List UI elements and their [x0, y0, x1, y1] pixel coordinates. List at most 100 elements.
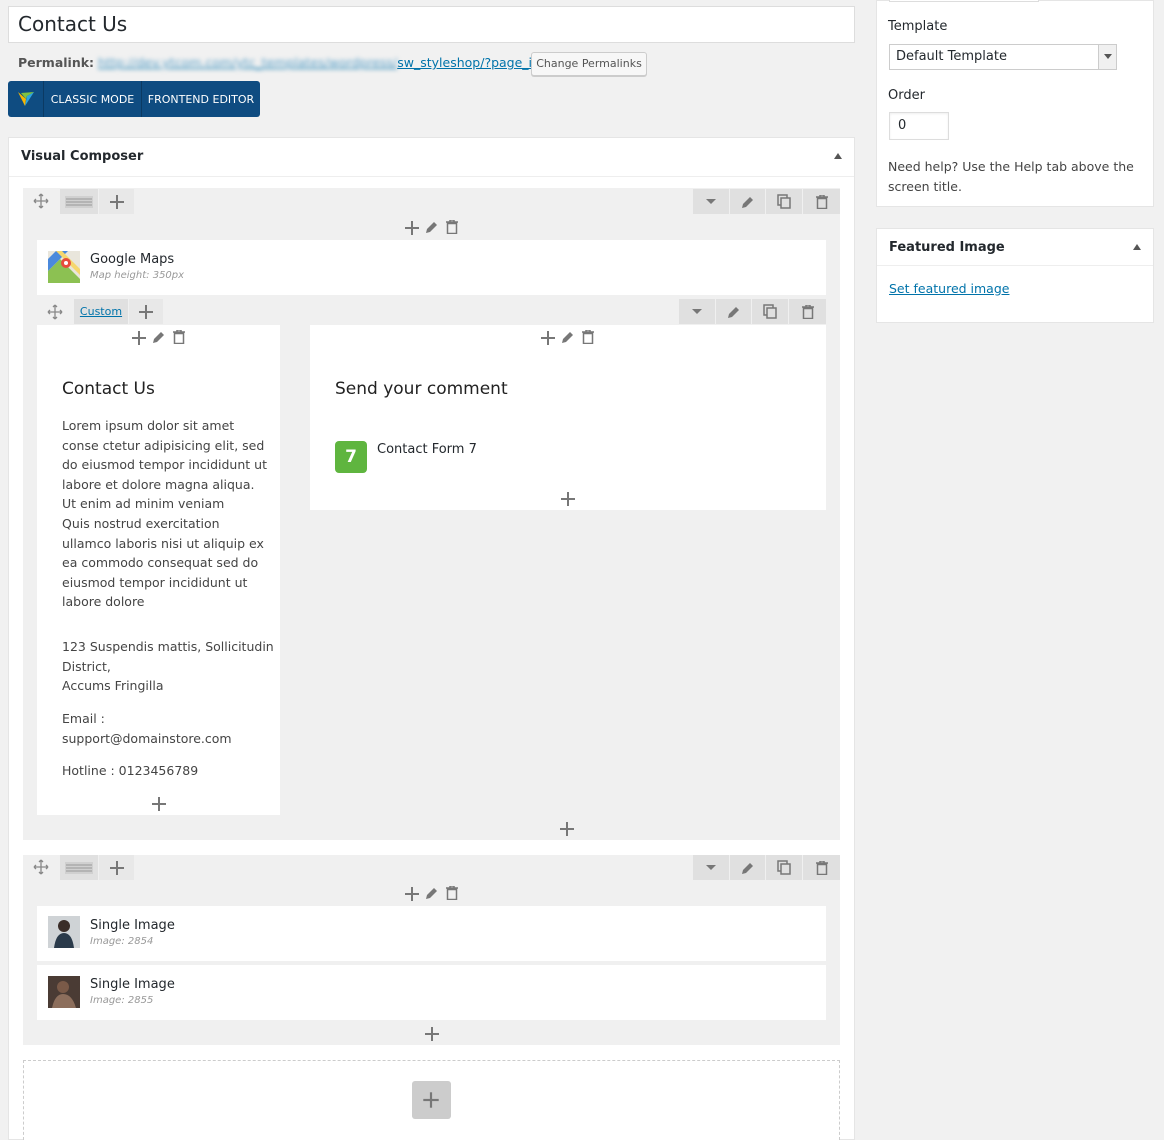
add-column-button[interactable] [99, 189, 134, 214]
clone-icon [777, 860, 791, 875]
inner-row-toggle-button[interactable] [679, 299, 715, 324]
row-delete-button[interactable] [803, 189, 840, 214]
element-title: Single Image [90, 977, 175, 992]
inner-row-delete-button[interactable] [789, 299, 826, 324]
move-icon[interactable] [47, 304, 63, 324]
add-element-plus-icon[interactable] [425, 1027, 439, 1041]
permalink-link[interactable]: http://dev.ytcom.com/ytc_templates/wordp… [98, 55, 582, 70]
trash-icon[interactable] [173, 330, 185, 344]
element-subtitle: Image: 2854 [90, 936, 154, 947]
contact-email: Email : support@domainstore.com [62, 711, 232, 746]
permalink: Permalink: http://dev.ytcom.com/ytc_temp… [18, 55, 582, 73]
move-icon[interactable] [33, 193, 49, 213]
permalink-blurred: http://dev.ytcom.com/ytc_templates/wordp… [98, 55, 398, 70]
clone-icon [763, 304, 777, 319]
collapse-toggle-icon[interactable] [1133, 244, 1141, 250]
chevron-down-icon [706, 198, 716, 204]
google-maps-element[interactable] [37, 240, 826, 295]
contact-address: 123 Suspendis mattis, Sollicitudin Distr… [62, 639, 274, 694]
single-image-element[interactable] [37, 906, 826, 961]
add-element-plus-icon[interactable] [405, 221, 419, 235]
add-row-button[interactable] [412, 1081, 451, 1119]
plus-icon [109, 860, 124, 875]
image-thumbnail-icon [48, 916, 80, 948]
add-element-plus-icon[interactable] [405, 887, 419, 901]
contact-form-7-icon: 7 [335, 441, 367, 473]
contact-heading: Contact Us [62, 379, 155, 399]
parent-select[interactable] [889, 0, 1039, 2]
row-toggle-button[interactable] [693, 855, 729, 880]
plus-icon [139, 304, 153, 319]
trash-icon [815, 860, 828, 875]
contact-hotline: Hotline : 0123456789 [62, 763, 199, 778]
featured-image-title: Featured Image [877, 229, 1153, 266]
contact-form-7-title[interactable]: Contact Form 7 [377, 442, 477, 457]
clone-icon [777, 194, 791, 209]
vc-logo-button[interactable] [8, 81, 44, 117]
pencil-icon[interactable] [561, 330, 575, 344]
row-toggle-button[interactable] [693, 189, 729, 214]
trash-icon[interactable] [446, 886, 458, 900]
add-element-plus-icon[interactable] [152, 797, 166, 811]
row-delete-button[interactable] [803, 855, 840, 880]
classic-mode-button[interactable]: CLASSIC MODE [44, 81, 142, 117]
order-label: Order [888, 88, 925, 103]
move-icon[interactable] [33, 859, 49, 879]
vc-metabox-title: Visual Composer [9, 138, 854, 177]
row-edit-button[interactable] [730, 855, 765, 880]
google-maps-icon [48, 251, 80, 283]
frontend-editor-button[interactable]: FRONTEND EDITOR [142, 81, 260, 117]
trash-icon[interactable] [582, 330, 594, 344]
permalink-label: Permalink: [18, 55, 95, 70]
help-text: Need help? Use the Help tab above the sc… [888, 159, 1134, 194]
template-select[interactable]: Default Template [889, 44, 1117, 70]
pencil-icon [741, 196, 753, 208]
inner-row-edit-button[interactable] [716, 299, 751, 324]
add-element-plus-icon[interactable] [561, 492, 575, 506]
collapse-toggle-icon[interactable] [834, 153, 842, 159]
single-image-element[interactable] [37, 965, 826, 1020]
pencil-icon[interactable] [425, 220, 439, 234]
add-element-plus-icon[interactable] [132, 331, 146, 345]
element-subtitle: Image: 2855 [90, 995, 154, 1006]
template-label: Template [888, 19, 948, 34]
change-permalinks-button[interactable]: Change Permalinks [531, 52, 647, 76]
featured-image-box: Featured Image Set featured image [876, 228, 1154, 323]
row-clone-button[interactable] [766, 189, 802, 214]
set-featured-image-link[interactable]: Set featured image [889, 281, 1009, 296]
image-thumbnail-icon [48, 976, 80, 1008]
plus-icon [423, 1092, 439, 1108]
layout-icon [65, 861, 93, 874]
row-edit-button[interactable] [730, 189, 765, 214]
plus-icon [109, 194, 124, 209]
row-layout-button[interactable] [60, 855, 98, 880]
inner-row-clone-button[interactable] [752, 299, 788, 324]
element-title: Single Image [90, 918, 175, 933]
add-inner-column-button[interactable] [129, 299, 163, 324]
element-title: Google Maps [90, 252, 175, 267]
inner-column-right [310, 325, 826, 510]
add-column-button[interactable] [99, 855, 134, 880]
send-comment-heading: Send your comment [335, 379, 508, 399]
element-subtitle: Map height: 350px [90, 270, 185, 281]
inner-row-layout-button[interactable]: Custom [74, 299, 128, 324]
custom-layout-link[interactable]: Custom [80, 305, 122, 318]
visual-composer-logo-icon [17, 92, 34, 106]
pencil-icon [727, 306, 739, 318]
add-element-plus-icon[interactable] [541, 331, 555, 345]
trash-icon [801, 304, 814, 319]
contact-description: Lorem ipsum dolor sit amet conse ctetur … [62, 418, 267, 610]
row-clone-button[interactable] [766, 855, 802, 880]
post-title-input[interactable]: Contact Us [8, 6, 855, 43]
chevron-down-icon [706, 864, 716, 870]
pencil-icon [741, 862, 753, 874]
chevron-down-icon [692, 308, 702, 314]
add-element-plus-icon[interactable] [560, 822, 574, 836]
pencil-icon[interactable] [425, 886, 439, 900]
trash-icon[interactable] [446, 220, 458, 234]
pencil-icon[interactable] [152, 330, 166, 344]
trash-icon [815, 194, 828, 209]
order-input[interactable]: 0 [889, 112, 949, 140]
layout-icon [65, 195, 93, 208]
row-layout-button[interactable] [60, 189, 98, 214]
